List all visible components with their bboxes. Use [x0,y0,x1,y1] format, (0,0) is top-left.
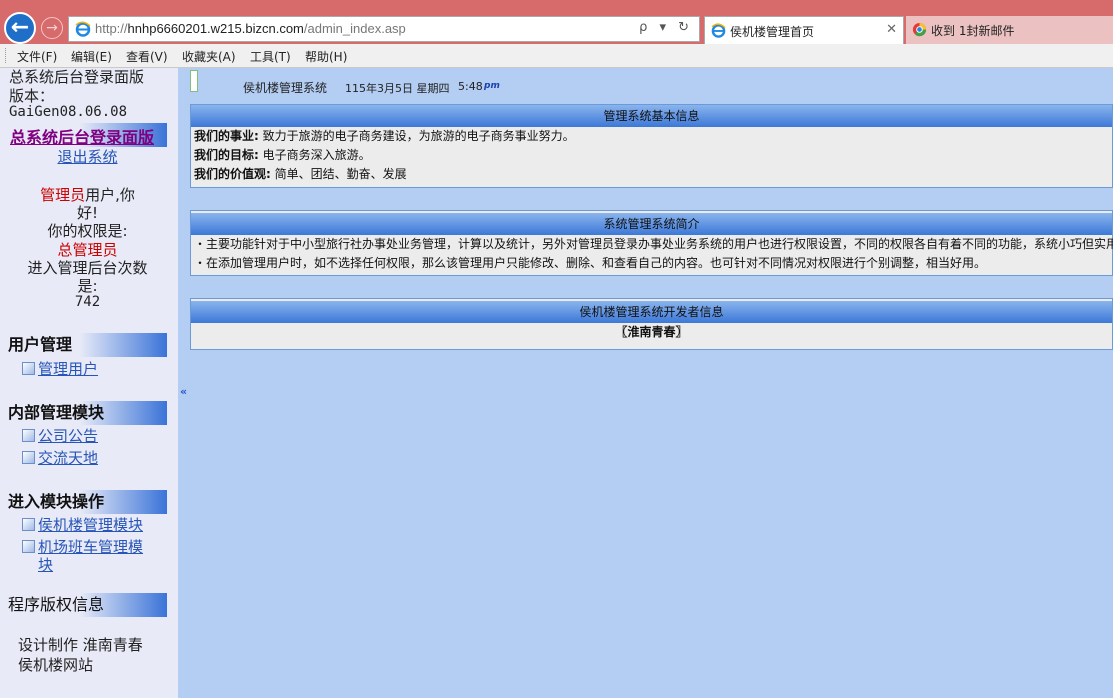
menu-grip [5,48,8,63]
top-bar: 侯机楼管理系统 115年3月5日 星期四 5:48 pm [190,70,1113,95]
ampm: pm [484,81,500,91]
section-title: 内部管理模块 [8,403,105,422]
sidebar-item-announcements[interactable]: 公司公告 [22,425,98,446]
back-button[interactable]: ← [4,12,36,44]
main-content: 侯机楼管理系统 115年3月5日 星期四 5:48 pm 管理系统基本信息 我们… [178,68,1113,698]
section-title: 用户管理 [8,335,73,354]
panel-developer-info: 侯机楼管理系统开发者信息 〖淮南青春〗 [190,298,1113,350]
section-title: 进入模块操作 [8,492,105,511]
panel-basic-info: 管理系统基本信息 我们的事业: 致力于旅游的电子商务建设，为旅游的电子商务事业努… [190,104,1113,188]
sidebar-item-forum[interactable]: 交流天地 [22,447,98,468]
ie-icon [75,21,91,37]
row-label: 我们的价值观: [194,167,271,181]
menu-help[interactable]: 帮助(H) [305,48,347,65]
info-row: 我们的价值观: 简单、团结、勤奋、发展 [191,165,1112,184]
section-internal-modules: 内部管理模块 [8,401,167,425]
menu-file[interactable]: 文件(F) [17,48,57,65]
tab-mail[interactable]: 收到 1封新邮件 [906,16,1113,44]
url-scheme: http:// [95,21,128,36]
panel-title: 管理系统基本信息 [191,105,1112,127]
version-label: 版本： [9,87,55,105]
sidebar-item-shuttle-module-wrap[interactable]: 块 [38,554,53,575]
system-name: 侯机楼管理系统 [243,81,328,95]
menu-tools[interactable]: 工具(T) [250,48,291,65]
address-bar[interactable]: http://hnhp6660201.w215.bizcn.com/admin_… [68,16,700,42]
section-title: 程序版权信息 [8,595,105,614]
section-module-ops: 进入模块操作 [8,490,167,514]
sidebar-item-label[interactable]: 机场班车管理模 [38,538,143,556]
developer-name: 〖淮南青春〗 [615,325,688,339]
collapse-sidebar-icon[interactable]: « [180,385,187,398]
sidebar-item-label[interactable]: 公司公告 [38,427,98,445]
tab-label: 收到 1封新邮件 [931,24,1015,38]
row-text: 致力于旅游的电子商务建设，为旅游的电子商务事业努力。 [262,129,575,143]
sidebar-title: 总系统后台登录面版 [9,68,145,86]
credit-line-1: 设计制作 淮南青春 [18,636,143,654]
menu-bar: 文件(F) 编辑(E) 查看(V) 收藏夹(A) 工具(T) 帮助(H) [0,44,1113,68]
bullet-icon [22,429,35,442]
tab-admin-home[interactable]: 侯机楼管理首页 ✕ [704,16,904,44]
section-user-management: 用户管理 [8,333,167,357]
intro-row: ・主要功能针对于中小型旅行社办事处业务管理，计算以及统计，另外对管理员登录办事处… [194,237,1113,251]
sidebar-item-label[interactable]: 块 [38,556,53,574]
bullet-icon [22,362,35,375]
row-text: 电子商务深入旅游。 [262,148,371,162]
panel-title: 系统管理系统简介 [191,213,1112,235]
sidebar-item-label[interactable]: 交流天地 [38,449,98,467]
sidebar-item-terminal-module[interactable]: 侯机楼管理模块 [22,514,143,535]
url-host: hnhp6660201.w215.bizcn.com [127,21,304,36]
browser-chrome: ← → http://hnhp6660201.w215.bizcn.com/ad… [0,0,1113,68]
login-count: 742 [74,294,101,310]
current-date: 115年3月5日 星期四 [345,82,450,95]
menu-edit[interactable]: 编辑(E) [71,48,112,65]
bullet-icon [22,451,35,464]
panel-title: 侯机楼管理系统开发者信息 [191,301,1112,323]
bullet-icon [22,540,35,553]
credit-line-2: 侯机楼网站 [18,656,94,674]
intro-row: ・在添加管理用户时，如不选择任何权限，那么该管理用户只能修改、删除、和查看自己的… [194,256,987,270]
url-path: /admin_index.asp [303,21,406,36]
bullet-icon [22,518,35,531]
url-text[interactable]: http://hnhp6660201.w215.bizcn.com/admin_… [95,21,406,36]
info-row: 我们的目标: 电子商务深入旅游。 [191,146,1112,165]
sidebar-item-manage-users[interactable]: 管理用户 [22,358,98,379]
search-refresh-icon[interactable]: ρ ▾ ↻ [639,20,693,35]
forward-button[interactable]: → [41,17,63,39]
row-label: 我们的目标: [194,148,259,162]
sidebar: 总系统后台登录面版 版本： GaiGen08.06.08 总系统后台登录面版 退… [0,68,178,698]
info-row: 我们的事业: 致力于旅游的电子商务建设，为旅游的电子商务事业努力。 [191,127,1112,146]
version-value: GaiGen08.06.08 [9,104,128,120]
permission-label: 你的权限是: [47,222,128,240]
sidebar-item-label[interactable]: 侯机楼管理模块 [38,516,143,534]
sidebar-item-label[interactable]: 管理用户 [38,360,98,378]
row-text: 简单、团结、勤奋、发展 [274,167,407,181]
login-count-label-2: 是: [77,277,98,295]
close-icon[interactable]: ✕ [886,22,897,37]
home-link[interactable]: 总系统后台登录面版 [10,124,154,148]
logout-link[interactable]: 退出系统 [57,148,117,166]
panel-system-intro: 系统管理系统简介 ・主要功能针对于中小型旅行社办事处业务管理，计算以及统计，另外… [190,210,1113,276]
menu-favorites[interactable]: 收藏夹(A) [182,48,236,65]
tab-label: 侯机楼管理首页 [730,25,815,39]
section-copyright: 程序版权信息 [8,593,167,617]
row-label: 我们的事业: [194,129,259,143]
current-time: 5:48 [458,80,483,93]
menu-view[interactable]: 查看(V) [126,48,168,65]
title-link-bar: 总系统后台登录面版 [8,123,167,147]
browser-logo-icon [912,22,927,37]
ie-icon [711,23,726,38]
frame-marker [190,70,198,92]
